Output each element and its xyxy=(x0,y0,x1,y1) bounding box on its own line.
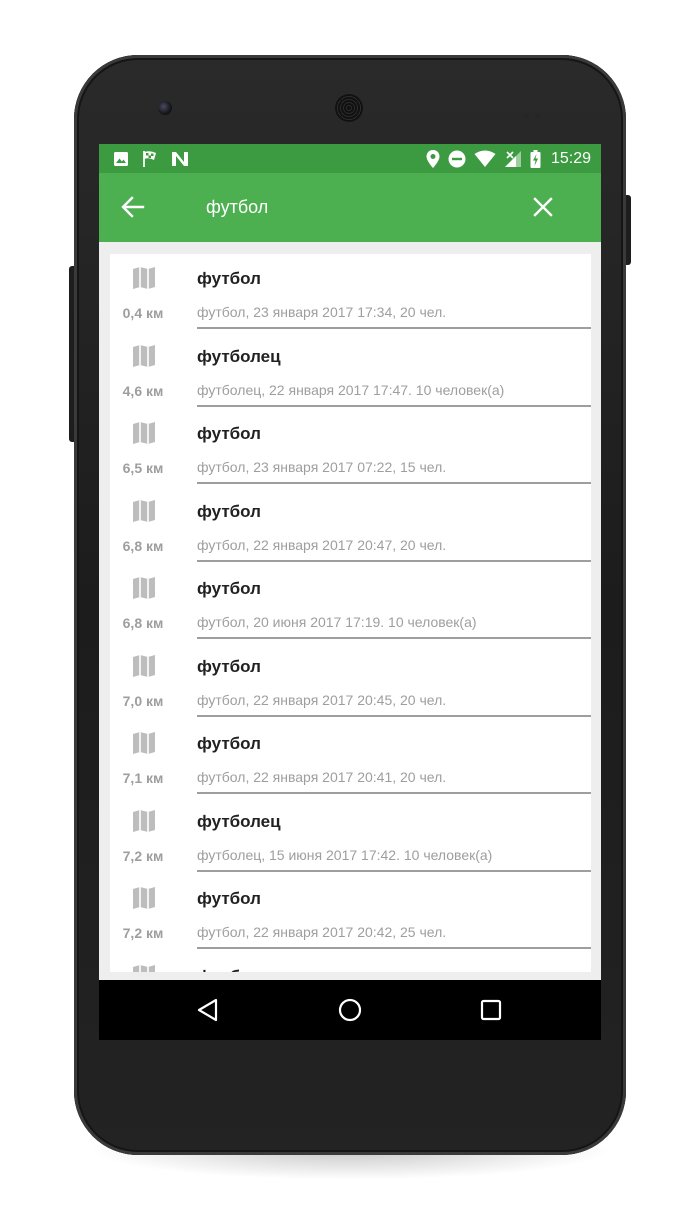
status-time: 15:29 xyxy=(550,150,591,167)
result-subtitle: футболец, 15 июня 2017 17:42. 10 человек… xyxy=(197,846,493,863)
n-logo-icon xyxy=(172,152,188,166)
back-button[interactable] xyxy=(119,193,147,221)
result-distance: 6,8 км xyxy=(122,537,164,554)
result-distance: 0,4 км xyxy=(122,305,164,321)
result-subtitle: футболец, 22 января 2017 17:47. 10 челов… xyxy=(197,381,505,398)
nav-recents-button[interactable] xyxy=(477,996,505,1024)
map-icon-wrapper xyxy=(132,964,156,972)
row-divider xyxy=(197,792,591,794)
result-title: футболец xyxy=(197,811,281,831)
result-subtitle: футбол, 23 января 2017 07:22, 15 чел. xyxy=(197,459,447,475)
map-icon xyxy=(133,887,155,909)
result-subtitle: футбол, 22 января 2017 20:47, 20 чел. xyxy=(197,536,447,553)
row-divider xyxy=(197,947,591,949)
result-title: футбол xyxy=(197,269,261,288)
result-title: футбол xyxy=(197,734,261,753)
earpiece-speaker xyxy=(335,94,363,122)
row-divider xyxy=(197,869,591,872)
result-title: футбол xyxy=(197,967,261,973)
result-distance: 7,0 км xyxy=(122,692,164,709)
result-distance: 6,5 км xyxy=(122,460,164,476)
result-subtitle: футбол, 23 января 2017 17:34, 20 чел. xyxy=(197,304,447,320)
nav-recents-icon xyxy=(480,999,502,1021)
map-icon xyxy=(133,422,155,444)
result-row[interactable]: 7,1 км футбол футбол, 22 января 2017 20:41… xyxy=(110,719,591,797)
nav-home-button[interactable] xyxy=(336,996,364,1024)
result-subtitle: футбол, 20 июня 2017 17:19. 10 человек(а… xyxy=(197,614,477,630)
wifi-icon xyxy=(474,150,496,167)
map-icon-wrapper xyxy=(132,576,156,600)
result-subtitle: футбол, 22 января 2017 20:45, 20 чел. xyxy=(197,691,447,708)
phone-screen: 15:29 футбол 0,4 км футбол футбол, 23 янва… xyxy=(99,144,601,1040)
result-row[interactable]: 6,5 км футбол футбол, 23 января 2017 07:22… xyxy=(110,409,591,487)
map-icon xyxy=(133,577,155,599)
map-icon xyxy=(133,964,155,972)
map-icon xyxy=(133,499,155,522)
result-row[interactable]: 7,2 км футбол футбол, 22 января 2017 20:42… xyxy=(110,874,591,952)
nav-home-icon xyxy=(338,998,362,1022)
result-row[interactable]: 7,0 км футбол футбол, 22 января 2017 20:45… xyxy=(110,642,591,720)
location-icon xyxy=(426,150,440,168)
map-icon-wrapper xyxy=(132,731,156,755)
map-icon xyxy=(133,344,155,367)
result-row[interactable]: 0,4 км футбол футбол, 23 января 2017 17:34… xyxy=(110,254,591,332)
signal-icon xyxy=(504,151,521,167)
map-icon-wrapper xyxy=(132,266,156,290)
map-icon-wrapper xyxy=(132,809,156,833)
map-icon-wrapper xyxy=(132,344,156,368)
result-row[interactable]: футбол xyxy=(110,952,591,973)
close-icon xyxy=(533,197,553,217)
result-title: футбол xyxy=(197,424,261,443)
row-divider xyxy=(197,327,591,329)
result-title: футбол xyxy=(197,889,261,908)
search-toolbar: футбол xyxy=(99,173,601,242)
arrow-back-icon xyxy=(121,196,145,218)
result-distance: 7,2 км xyxy=(122,847,164,864)
result-subtitle: футбол, 22 января 2017 20:42, 25 чел. xyxy=(197,924,447,940)
row-divider xyxy=(197,404,591,407)
result-row[interactable]: 7,2 км футболец футболец, 15 июня 2017 17:… xyxy=(110,797,591,875)
image-icon xyxy=(114,152,128,166)
do-not-disturb-icon xyxy=(448,150,466,168)
battery-charging-icon xyxy=(530,150,541,168)
map-icon xyxy=(133,267,155,289)
result-title: футбол xyxy=(197,501,261,521)
result-row[interactable]: 6,8 км футбол футбол, 20 июня 2017 17:19. … xyxy=(110,564,591,642)
result-distance: 7,1 км xyxy=(122,770,164,786)
navigation-bar xyxy=(99,980,601,1040)
row-divider xyxy=(197,714,591,717)
status-bar: 15:29 xyxy=(99,144,601,173)
row-divider xyxy=(197,482,591,484)
result-title: футболец xyxy=(197,346,281,366)
map-icon xyxy=(133,732,155,754)
result-row[interactable]: 6,8 км футбол футбол, 22 января 2017 20:47… xyxy=(110,487,591,565)
map-icon-wrapper xyxy=(132,499,156,523)
map-icon xyxy=(133,654,155,677)
clear-search-button[interactable] xyxy=(529,193,557,221)
map-icon-wrapper xyxy=(132,421,156,445)
result-row[interactable]: 4,6 км футболец футболец, 22 января 2017 1… xyxy=(110,332,591,410)
checkered-flag-icon xyxy=(143,151,156,167)
result-distance: 7,2 км xyxy=(122,925,164,941)
map-icon-wrapper xyxy=(132,654,156,678)
result-distance: 6,8 км xyxy=(122,615,164,631)
nav-back-icon xyxy=(197,998,218,1022)
result-subtitle: футбол, 22 января 2017 20:41, 20 чел. xyxy=(197,769,447,785)
map-icon-wrapper xyxy=(132,886,156,910)
result-title: футбол xyxy=(197,656,261,676)
nav-back-button[interactable] xyxy=(195,996,223,1024)
result-distance: 4,6 км xyxy=(122,382,164,399)
results-list: 0,4 км футбол футбол, 23 января 2017 17:34… xyxy=(110,254,591,972)
row-divider xyxy=(197,637,591,639)
row-divider xyxy=(197,559,591,562)
search-input[interactable]: футбол xyxy=(206,197,268,218)
front-camera xyxy=(158,101,172,115)
map-icon xyxy=(133,809,155,832)
result-title: футбол xyxy=(197,579,261,598)
proximity-sensor xyxy=(524,105,548,118)
